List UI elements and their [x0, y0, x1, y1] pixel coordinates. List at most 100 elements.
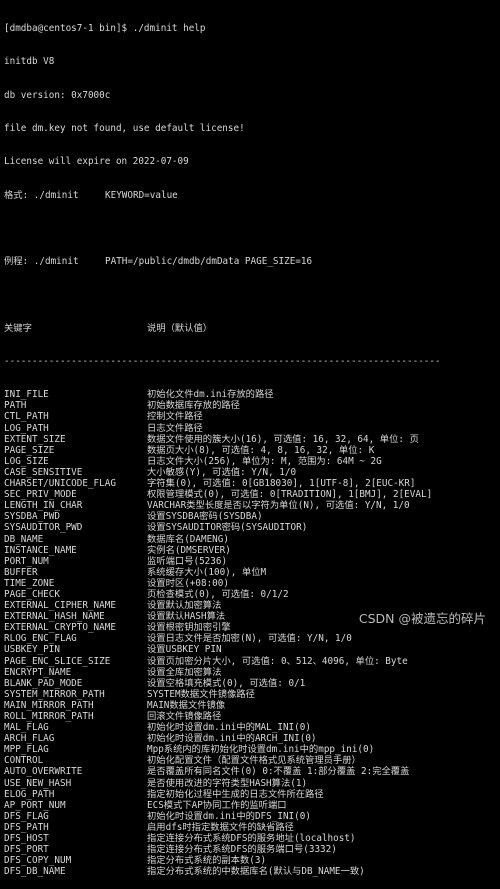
row-description: 初始化时设置dm.ini中的MAL_INI(0)	[147, 722, 311, 734]
row-description: 指定连接分布式系统DFS的服务地址(localhost)	[147, 833, 356, 845]
row-description: 回滚文件镜像路径	[147, 711, 222, 722]
row-keyword: PATH	[4, 400, 27, 412]
table-row: SEC_PRIV_MODE 权限管理模式(0), 可选值: 0[TRADITION…	[4, 489, 500, 500]
row-description: 设置全库加密算法	[147, 666, 222, 678]
row-description: 设置页加密分片大小, 可选值: 0、512、4096, 单位: Byte	[147, 655, 408, 667]
keyword-table: INI_FILE 初始化文件dm.ini存放的路径 PATH 初始数据库存放的路径 CT…	[4, 389, 500, 877]
row-keyword: DFS_FLAG	[4, 810, 49, 822]
row-description: 设置默认HASH算法	[147, 611, 226, 623]
table-row: SYSTEM_MIRROR_PATH SYSTEM数据文件镜像路径	[4, 689, 500, 700]
format-value: KEYWORD=value	[105, 189, 178, 201]
table-row: TIME_ZONE 设置时区(+08:00)	[4, 578, 500, 589]
table-row: MAL_FLAG 初始化时设置dm.ini中的MAL_INI(0)	[4, 722, 500, 733]
table-row: ENCRYPT_NAME 设置全库加密算法	[4, 667, 500, 678]
row-keyword: MAL_FLAG	[4, 722, 49, 734]
row-description: 数据文件使用的簇大小(16), 可选值: 16, 32, 64, 单位: 页	[147, 433, 419, 445]
row-keyword: MPP_FLAG	[4, 744, 49, 756]
row-keyword: DFS_PORT	[4, 844, 49, 856]
table-row: ELOG_PATH 指定初始化过程中生成的日志文件所在路径	[4, 789, 500, 800]
table-row: MAIN_MIRROR_PATH MAIN数据文件镜像	[4, 700, 500, 711]
output-line: initdb V8	[4, 56, 55, 68]
row-description: 监听端口号(5236)	[147, 555, 228, 567]
row-description: 设置默认加密算法	[147, 600, 222, 612]
table-row: PAGE_SIZE 数据页大小(8), 可选值: 4, 8, 16, 32, 单位…	[4, 445, 500, 456]
row-description: 是否覆盖所有同名文件(0) 0:不覆盖 1:部分覆盖 2:完全覆盖	[147, 766, 410, 778]
row-description: 日志文件路径	[147, 422, 203, 434]
row-description: 设置根密钥加密引擎	[147, 622, 231, 634]
row-keyword: PAGE_ENC_SLICE_SIZE	[4, 655, 111, 667]
row-keyword: USBKEY_PIN	[4, 644, 60, 656]
row-keyword: EXTENT_SIZE	[4, 433, 66, 445]
table-row: CASE_SENSITIVE 大小敏感(Y), 可选值: Y/N, 1/0	[4, 467, 500, 478]
row-keyword: CASE_SENSITIVE	[4, 466, 83, 478]
row-description: 实例名(DMSERVER)	[147, 544, 231, 556]
row-description: 设置SYSDBA密码(SYSDBA)	[147, 511, 263, 523]
row-description: 数据页大小(8), 可选值: 4, 8, 16, 32, 单位: K	[147, 444, 375, 456]
row-keyword: EXTERNAL_HASH_NAME	[4, 611, 105, 623]
row-description: 指定分布式系统的副本数(3)	[147, 855, 267, 867]
format-line: 格式: ./dminit KEYWORD=value	[4, 190, 500, 201]
row-description: 设置SYSAUDITOR密码(SYSAUDITOR)	[147, 522, 308, 534]
command-prompt-line: [dmdba@centos7-1 bin]$ ./dminit help	[4, 23, 206, 35]
watermark: CSDN @被遗忘的碎片	[358, 611, 486, 626]
row-keyword: PAGE_CHECK	[4, 588, 60, 600]
row-keyword: SEC_PRIV_MODE	[4, 489, 77, 501]
table-row: USE_NEW_HASH 是否使用改进的字符类型HASH算法(1)	[4, 778, 500, 789]
table-row: EXTENT_SIZE 数据文件使用的簇大小(16), 可选值: 16, 32, …	[4, 434, 500, 445]
row-keyword: PORT_NUM	[4, 555, 49, 567]
table-row: INI_FILE 初始化文件dm.ini存放的路径	[4, 389, 500, 400]
header-description: 说明（默认值）	[147, 322, 213, 334]
table-row: LENGTH_IN_CHAR VARCHAR类型长度是否以字符为单位(N), 可选…	[4, 500, 500, 511]
table-row: AUTO_OVERWRITE 是否覆盖所有同名文件(0) 0:不覆盖 1:部分覆盖…	[4, 766, 500, 777]
row-keyword: INSTANCE_NAME	[4, 544, 77, 556]
row-keyword: AUTO_OVERWRITE	[4, 766, 83, 778]
table-row: MPP_FLAG Mpp系统内的库初始化时设置dm.ini中的mpp_ini(0)	[4, 744, 500, 755]
table-row: DFS_DB_NAME 指定分布式系统的中数据库名(默认与DB_NAME一致)	[4, 866, 500, 877]
table-row: PAGE_CHECK 页检查模式(0), 可选值: 0/1/2	[4, 589, 500, 600]
row-keyword: CHARSET/UNICODE_FLAG	[4, 478, 116, 490]
table-row: CHARSET/UNICODE_FLAG 字符集(0), 可选值: 0[GB180…	[4, 478, 500, 489]
row-description: 控制文件路径	[147, 411, 203, 423]
row-keyword: TIME_ZONE	[4, 577, 55, 589]
terminal-window[interactable]: [dmdba@centos7-1 bin]$ ./dminit help ini…	[0, 0, 500, 877]
row-keyword: DB_NAME	[4, 533, 44, 545]
example-line: 例程: ./dminit PATH=/public/dmdb/dmData PA…	[4, 256, 500, 267]
row-keyword: LOG_PATH	[4, 422, 49, 434]
row-description: 系统缓存大小(100), 单位M	[147, 566, 267, 578]
row-keyword: LENGTH_IN_CHAR	[4, 500, 83, 512]
table-row: BUFFER 系统缓存大小(100), 单位M	[4, 567, 500, 578]
row-description: 日志文件大小(256), 单位为: M, 范围为: 64M ~ 2G	[147, 455, 382, 467]
example-label: 例程: ./dminit	[4, 256, 79, 268]
output-line: db version: 0x7000c	[4, 89, 111, 101]
row-description: 设置USBKEY PIN	[147, 644, 222, 656]
row-description: 初始化时设置dm.ini中的ARCH_INI(0)	[147, 733, 317, 745]
row-keyword: ENCRYPT_NAME	[4, 666, 72, 678]
table-row: DFS_PORT 指定连接分布式系统DFS的服务端口号(3332)	[4, 844, 500, 855]
row-keyword: BLANK_PAD_MODE	[4, 677, 83, 689]
row-description: 启用dfs时指定数据文件的缺省路径	[147, 821, 294, 833]
row-keyword: DFS_DB_NAME	[4, 866, 66, 878]
table-row: CONTROL 初始化配置文件（配置文件格式见系统管理员手册）	[4, 755, 500, 766]
row-description: VARCHAR类型长度是否以字符为单位(N), 可选值: Y/N, 1/0	[147, 500, 410, 512]
row-description: 初始数据库存放的路径	[147, 400, 240, 412]
divider-line: ----------------------------------------…	[4, 356, 441, 367]
row-description: 设置时区(+08:00)	[147, 577, 229, 589]
row-keyword: CONTROL	[4, 755, 44, 767]
table-row: DFS_HOST 指定连接分布式系统DFS的服务地址(localhost)	[4, 833, 500, 844]
row-keyword: PAGE_SIZE	[4, 444, 55, 456]
table-row: DFS_FLAG 初始化时设置dm.ini中的DFS_INI(0)	[4, 811, 500, 822]
table-row: USBKEY_PIN 设置USBKEY PIN	[4, 644, 500, 655]
row-keyword: USE_NEW_HASH	[4, 777, 72, 789]
table-row: AP_PORT_NUM ECS模式下AP协同工作的监听端口	[4, 800, 500, 811]
row-keyword: EXTERNAL_CRYPTO_NAME	[4, 622, 116, 634]
row-keyword: LOG_SIZE	[4, 455, 49, 467]
row-description: 指定初始化过程中生成的日志文件所在路径	[147, 788, 324, 800]
header-keyword: 关键字	[4, 322, 32, 334]
row-description: 权限管理模式(0), 可选值: 0[TRADITION], 1[BMJ], 2[…	[147, 489, 433, 501]
row-keyword: ROLL_MIRROR_PATH	[4, 711, 94, 722]
row-keyword: ARCH_FLAG	[4, 733, 55, 745]
table-row: PAGE_ENC_SLICE_SIZE 设置页加密分片大小, 可选值: 0、512…	[4, 656, 500, 667]
row-description: 设置空格填充模式(0), 可选值: 0/1	[147, 677, 306, 689]
